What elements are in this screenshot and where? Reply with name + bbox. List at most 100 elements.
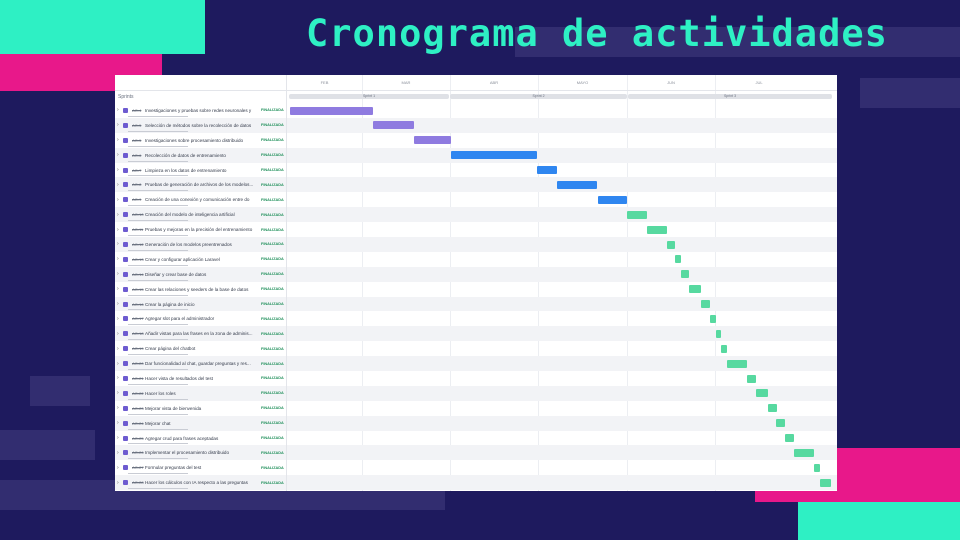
issue-key[interactable]: AG-25 <box>132 436 145 441</box>
gantt-bar[interactable] <box>776 419 785 428</box>
issue-row[interactable]: › AG-22 Hacer los roles FINALIZADA <box>115 385 286 401</box>
issue-summary[interactable]: Creación de una conexión y comunicación … <box>145 197 257 202</box>
gantt-bar[interactable] <box>721 344 727 353</box>
gantt-bar[interactable] <box>814 463 820 472</box>
issue-row[interactable]: › AG-12 Generación de los modelos preentre… <box>115 237 286 252</box>
issue-key[interactable]: AG-23 <box>132 406 145 411</box>
gantt-bar[interactable] <box>710 314 716 323</box>
issue-summary[interactable]: Agregar crud para frases aceptadas <box>145 436 257 441</box>
issue-summary[interactable]: Mejorar vista de bienvenida <box>145 406 257 411</box>
issue-summary[interactable]: Diseñar y crear base de datos <box>145 272 257 277</box>
issue-summary[interactable]: Limpieza en los datos de entrenamiento <box>145 168 257 173</box>
issue-summary[interactable]: Dar funcionalidad al chat, guardar pregu… <box>145 361 257 366</box>
issue-summary[interactable]: Crear la página de inicio <box>145 302 257 307</box>
issue-row[interactable]: › AG-11 Pruebas y mejoras en la precisión … <box>115 222 286 237</box>
issue-summary[interactable]: Hacer los roles <box>145 391 257 396</box>
issue-row[interactable]: › AG-18 Añadir vistas para las frases en l… <box>115 326 286 342</box>
issue-row[interactable]: › AG-14 Diseñar y crear base de datos FINAL… <box>115 266 286 282</box>
issue-summary[interactable]: Hacer los cálculos con IA respecto a las… <box>145 480 257 485</box>
issue-summary[interactable]: Implementar el procesamiento distribuido <box>145 450 257 455</box>
issue-key[interactable]: AG-17 <box>132 316 145 321</box>
issue-row[interactable]: › AG-6 Recolección de datos de entrenamien… <box>115 147 286 163</box>
gantt-bar[interactable] <box>756 389 768 398</box>
issue-key[interactable]: AG-24 <box>132 421 145 426</box>
issue-key[interactable]: AG-7 <box>132 168 145 173</box>
issue-key[interactable]: AG-19 <box>132 346 145 351</box>
issue-key[interactable]: AG-21 <box>132 376 145 381</box>
issue-row[interactable]: › AG-4 Investigaciones y pruebas sobre red… <box>115 103 286 118</box>
gantt-bar[interactable] <box>794 448 814 457</box>
gantt-bar[interactable] <box>675 255 681 264</box>
issue-summary[interactable]: Crear las relaciones y seeders de la bas… <box>145 287 257 292</box>
issue-row[interactable]: › AG-7 Limpieza en los datos de entrenamie… <box>115 163 286 178</box>
issue-key[interactable]: AG-22 <box>132 391 145 396</box>
gantt-bar[interactable] <box>701 300 710 309</box>
gantt-bar[interactable] <box>598 195 627 204</box>
issue-key[interactable]: AG-14 <box>132 272 145 277</box>
gantt-bar[interactable] <box>451 151 537 160</box>
gantt-bar[interactable] <box>667 240 675 249</box>
gantt-bar[interactable] <box>716 329 721 338</box>
issue-row[interactable]: › AG-13 Crear y configurar aplicación Lara… <box>115 252 286 267</box>
issue-summary[interactable]: Recolección de datos de entrenamiento <box>145 153 257 158</box>
issue-key[interactable]: AG-5 <box>132 123 145 128</box>
gantt-bar[interactable] <box>747 374 756 383</box>
issue-summary[interactable]: Crear página del chatbot <box>145 346 257 351</box>
gantt-bar[interactable] <box>768 404 777 413</box>
issue-summary[interactable]: Investigaciones y pruebas sobre redes ne… <box>145 108 257 113</box>
gantt-bar[interactable] <box>414 136 451 145</box>
issue-row[interactable]: › AG-17 Agregar slot para el administrador… <box>115 311 286 326</box>
gantt-bar[interactable] <box>785 434 794 443</box>
issue-key[interactable]: AG-4 <box>132 108 145 113</box>
issue-row[interactable]: › AG-26 Implementar el procesamiento distr… <box>115 445 286 461</box>
issue-summary[interactable]: Crear y configurar aplicación Laravel <box>145 257 257 262</box>
issue-row[interactable]: › AG-5 Investigaciones sobre procesamiento… <box>115 133 286 148</box>
issue-key[interactable]: AG-27 <box>132 465 145 470</box>
issue-key[interactable]: AG-18 <box>132 331 145 336</box>
issue-row[interactable]: › AG-15 Crear las relaciones y seeders de … <box>115 282 286 297</box>
issue-row[interactable]: › AG-24 Mejorar chat FINALIZADA <box>115 415 286 431</box>
issue-key[interactable]: AG-6 <box>132 153 145 158</box>
issue-summary[interactable]: Hacer vista de resultados del test <box>145 376 257 381</box>
issue-row[interactable]: › AG-21 Hacer vista de resultados del test… <box>115 371 286 386</box>
issue-summary[interactable]: Investigaciones sobre procesamiento dist… <box>145 138 257 143</box>
issue-key[interactable]: AG-8 <box>132 182 145 187</box>
issue-row[interactable]: › AG-8 Pruebas de generación de archivos d… <box>115 177 286 193</box>
gantt-bar[interactable] <box>290 106 373 115</box>
issue-row[interactable]: › AG-20 Dar funcionalidad al chat, guardar… <box>115 356 286 372</box>
gantt-bar[interactable] <box>820 478 831 487</box>
issue-row[interactable]: › AG-9 Creación de una conexión y comunica… <box>115 192 286 207</box>
issue-summary[interactable]: Agregar slot para el administrador <box>145 316 257 321</box>
issue-key[interactable]: AG-13 <box>132 257 145 262</box>
issue-row[interactable]: › AG-19 Crear página del chatbot FINALIZADA <box>115 341 286 356</box>
issue-row[interactable]: › AG-23 Mejorar vista de bienvenida FINALIZ… <box>115 401 286 416</box>
gantt-bar[interactable] <box>681 270 689 279</box>
issue-summary[interactable]: Añadir vistas para las frases en la zona… <box>145 331 257 336</box>
issue-key[interactable]: AG-20 <box>132 361 145 366</box>
issue-key[interactable]: AG-5 <box>132 138 145 143</box>
issue-row[interactable]: › AG-28 Hacer los cálculos con IA respecto… <box>115 475 286 491</box>
gantt-bar[interactable] <box>627 210 647 219</box>
issue-summary[interactable]: Mejorar chat <box>145 421 257 426</box>
issue-key[interactable]: AG-28 <box>132 480 145 485</box>
issue-key[interactable]: AG-12 <box>132 242 145 247</box>
issue-key[interactable]: AG-26 <box>132 450 145 455</box>
issue-key[interactable]: AG-11 <box>132 227 145 232</box>
gantt-bar[interactable] <box>689 285 701 294</box>
issue-key[interactable]: AG-10 <box>132 212 145 217</box>
issue-summary[interactable]: Pruebas de generación de archivos de los… <box>145 182 257 187</box>
issue-summary[interactable]: Formular preguntas del test <box>145 465 257 470</box>
issue-row[interactable]: › AG-27 Formular preguntas del test FINALIZ… <box>115 460 286 475</box>
gantt-bar[interactable] <box>727 359 747 368</box>
issue-summary[interactable]: Creación del modelo de inteligencia arti… <box>145 212 257 217</box>
issue-row[interactable]: › AG-25 Agregar crud para frases aceptadas… <box>115 431 286 446</box>
issue-row[interactable]: › AG-10 Creación del modelo de inteligenci… <box>115 207 286 223</box>
gantt-bar[interactable] <box>373 121 414 130</box>
issue-key[interactable]: AG-9 <box>132 197 145 202</box>
issue-summary[interactable]: Pruebas y mejoras en la precisión del en… <box>145 227 257 232</box>
issue-row[interactable]: › AG-5 Selección de métodos sobre la recol… <box>115 117 286 133</box>
issue-row[interactable]: › AG-16 Crear la página de inicio FINALIZAD… <box>115 296 286 312</box>
issue-key[interactable]: AG-15 <box>132 287 145 292</box>
issue-summary[interactable]: Generación de los modelos preentrenados <box>145 242 257 247</box>
issue-summary[interactable]: Selección de métodos sobre la recolecció… <box>145 123 257 128</box>
